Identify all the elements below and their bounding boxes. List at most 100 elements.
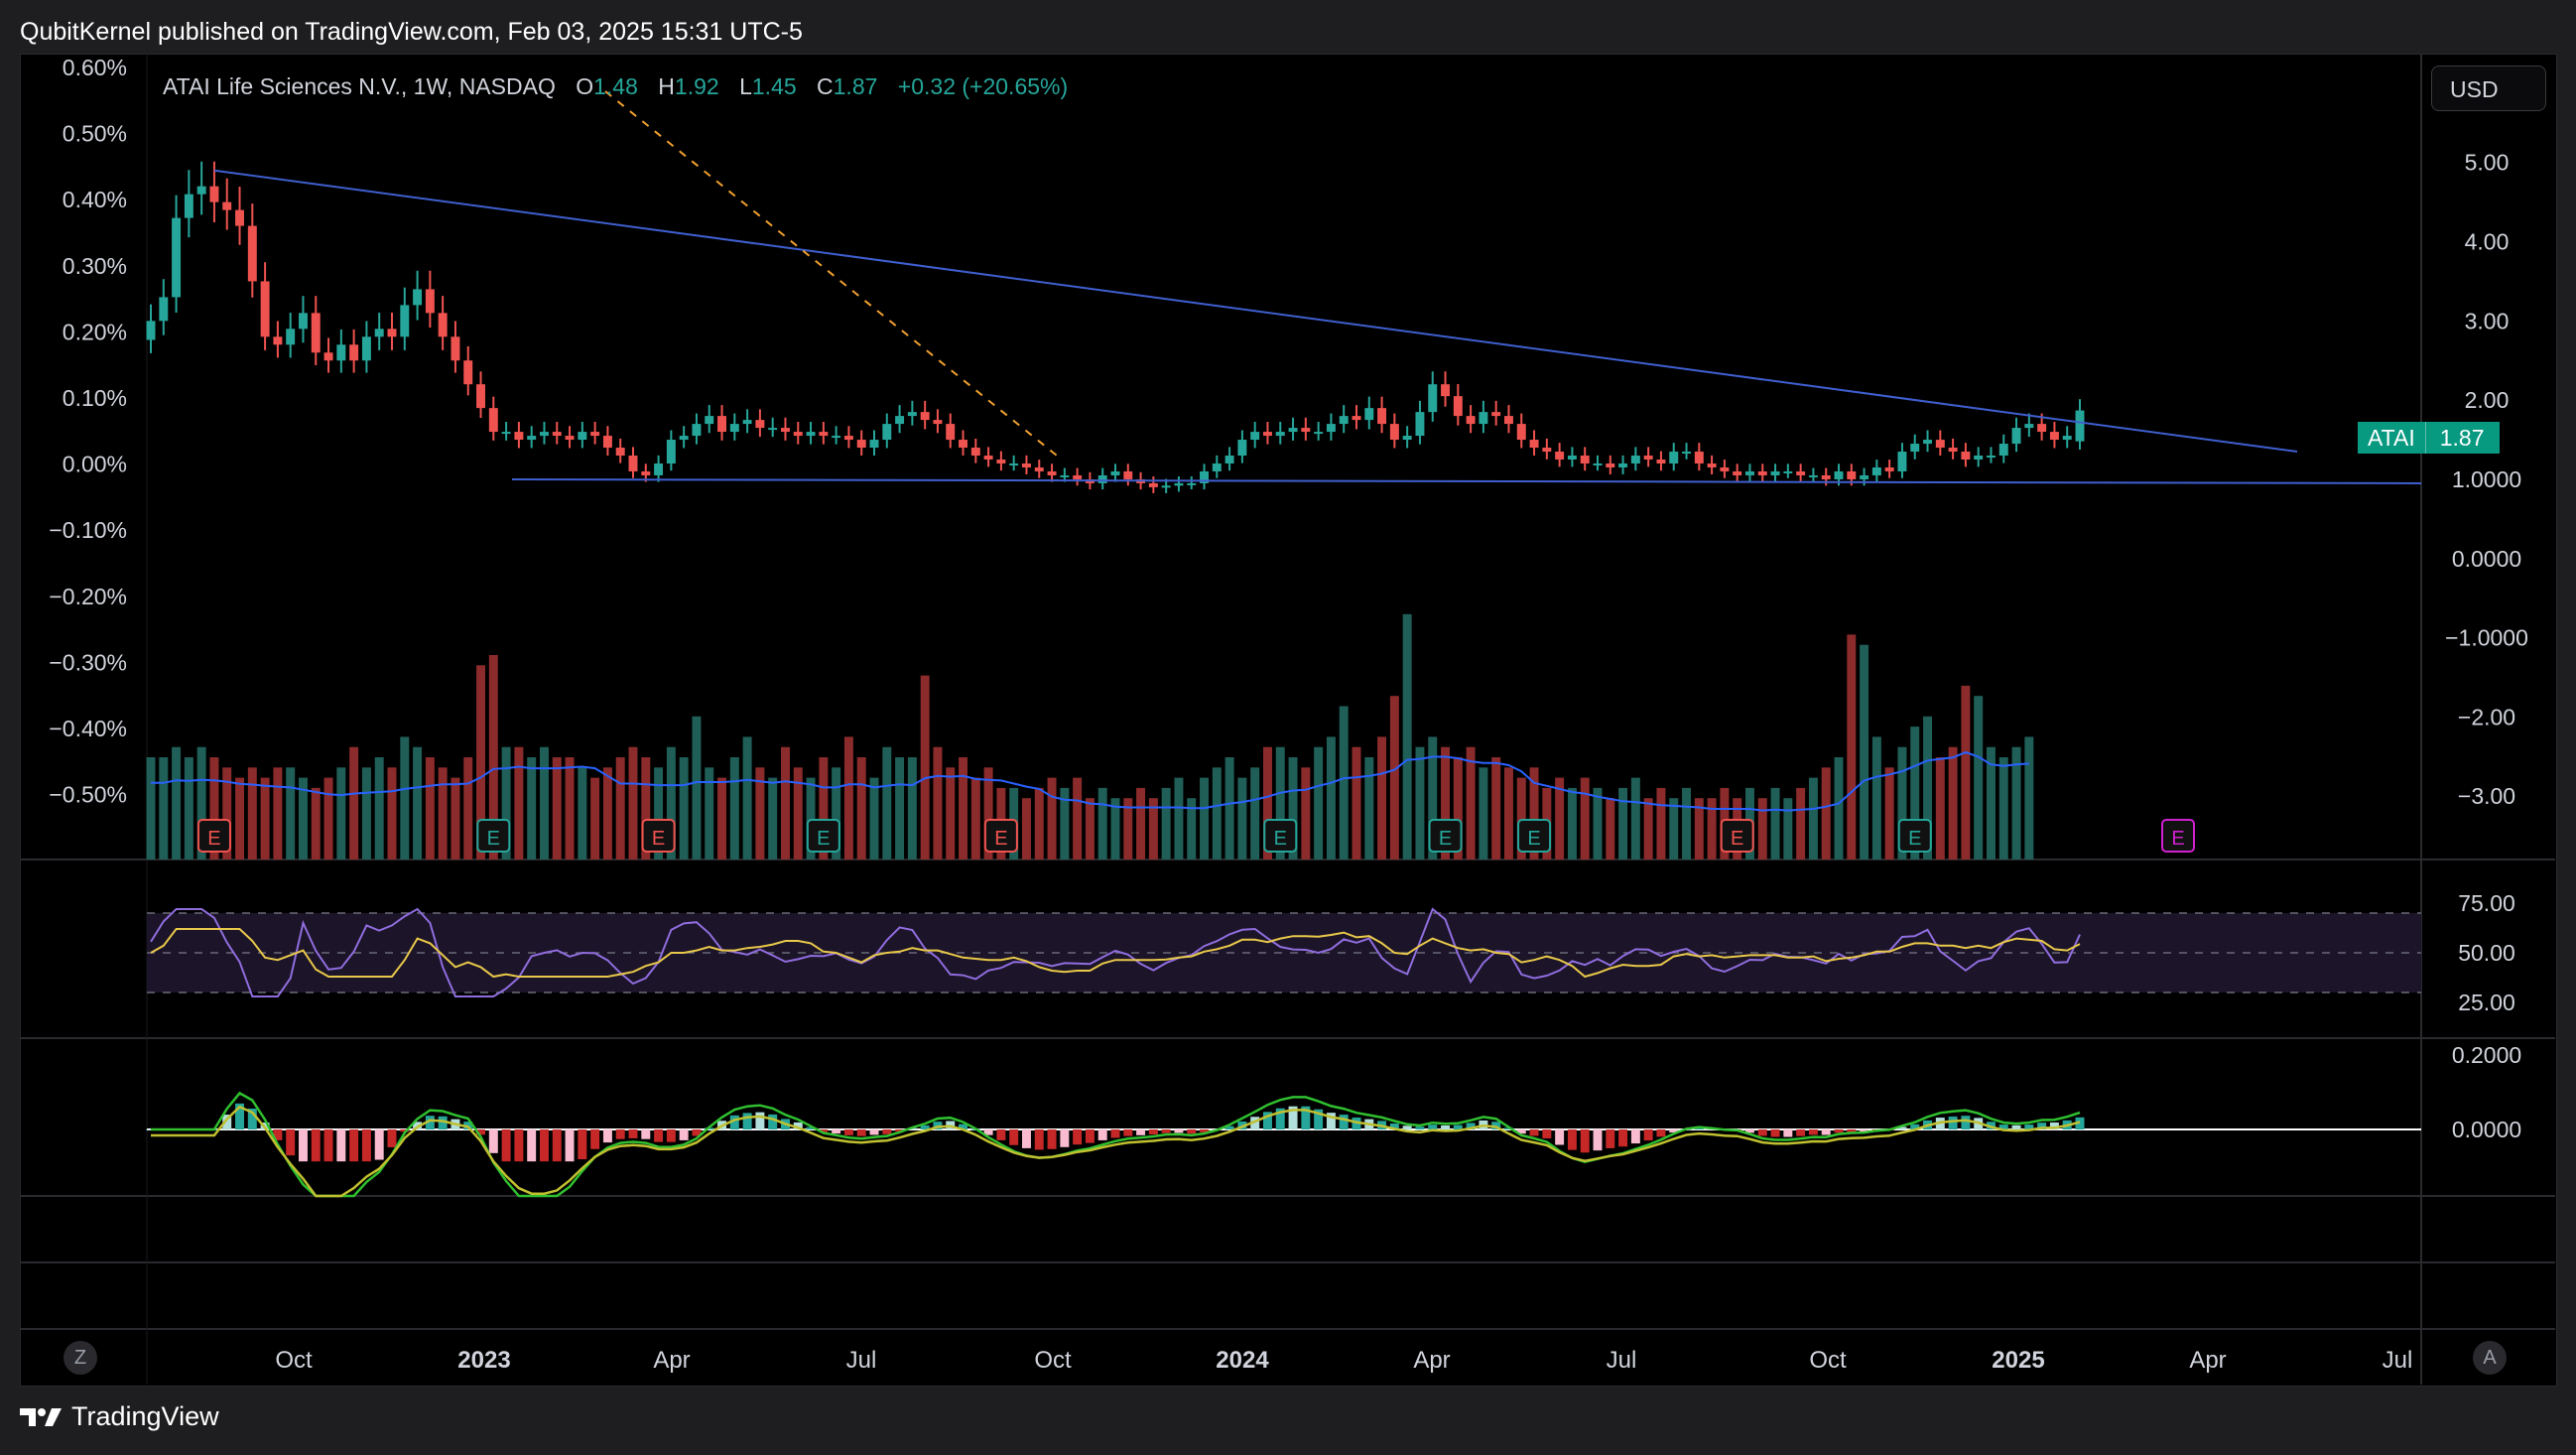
candle-body: [654, 463, 664, 475]
candle-body: [552, 432, 562, 437]
candle-body: [1974, 456, 1984, 460]
volume-bar: [1047, 777, 1057, 860]
earnings-marker-label: E: [994, 828, 1007, 850]
candle-body: [729, 424, 739, 433]
candle-body: [565, 436, 575, 441]
time-axis-label: Apr: [2189, 1347, 2226, 1374]
candle-body: [946, 424, 956, 441]
volume-bar: [1034, 787, 1044, 860]
candle-body: [451, 336, 460, 361]
macd-histogram-bar: [1161, 1129, 1171, 1133]
macd-histogram-bar: [1555, 1129, 1565, 1145]
candle-body: [1161, 485, 1171, 488]
macd-histogram-bar: [1948, 1116, 1958, 1129]
macd-histogram-bar: [1021, 1129, 1031, 1148]
candle-body: [1935, 440, 1945, 449]
chart-svg[interactable]: 6.005.004.003.002.001.00000.0000−1.0000−…: [0, 0, 2576, 1455]
macd-histogram-bar: [1783, 1129, 1793, 1137]
candle-body: [1415, 412, 1425, 437]
candle-body: [907, 412, 917, 417]
macd-histogram-bar: [374, 1129, 384, 1160]
candle-body: [2011, 428, 2021, 445]
candle-body: [387, 329, 397, 337]
legend-low: 1.45: [751, 73, 797, 99]
candle-body: [361, 336, 371, 361]
candle-body: [336, 344, 346, 361]
candle-body: [1783, 470, 1793, 473]
legend-high: 1.92: [674, 73, 719, 99]
candle-body: [602, 436, 612, 449]
percent-axis-label: −0.40%: [49, 716, 127, 741]
candle-body: [184, 194, 193, 218]
macd-histogram-bar: [1110, 1129, 1120, 1138]
candle-body: [1618, 463, 1628, 467]
percent-axis-label: 0.00%: [63, 452, 127, 477]
candle-body: [996, 460, 1006, 463]
volume-bar: [1389, 696, 1399, 860]
ohlc-legend: ATAI Life Sciences N.V., 1W, NASDAQ O1.4…: [163, 73, 1068, 100]
volume-bar: [1871, 736, 1881, 860]
legend-change: +0.32 (+20.65%): [897, 73, 1069, 99]
volume-bar: [1974, 696, 1984, 860]
candle-body: [1352, 416, 1361, 421]
volume-bar: [1935, 757, 1945, 860]
macd-histogram-bar: [679, 1129, 689, 1140]
candle-body: [425, 289, 435, 314]
candle-body: [1314, 432, 1324, 435]
volume-bar: [1021, 798, 1031, 860]
volume-bar: [260, 777, 270, 860]
macd-histogram-bar: [1339, 1115, 1349, 1129]
candle-body: [1733, 470, 1742, 475]
candle-body: [1821, 474, 1831, 479]
volume-bar: [717, 777, 727, 860]
volume-bar: [1085, 798, 1095, 860]
volume-bar: [1479, 767, 1488, 860]
candle-body: [400, 305, 410, 337]
volume-bar: [413, 746, 423, 860]
macd-histogram-bar: [1821, 1129, 1831, 1135]
volume-bar: [146, 757, 156, 860]
legend-open-label: O: [576, 73, 594, 99]
volume-bar: [1503, 767, 1513, 860]
candle-body: [1694, 452, 1704, 463]
volume-bar: [1200, 777, 1210, 860]
volume-bar: [273, 767, 283, 860]
legend-low-label: L: [739, 73, 752, 99]
macd-histogram-bar: [1567, 1129, 1577, 1150]
candle-body: [1656, 460, 1666, 463]
macd-histogram-bar: [742, 1113, 752, 1129]
volume-bar: [438, 767, 448, 860]
z-button[interactable]: Z: [64, 1341, 97, 1375]
footer-brand[interactable]: TradingView: [20, 1401, 219, 1432]
volume-bar: [527, 757, 537, 860]
macd-histogram-bar: [996, 1129, 1006, 1140]
tradingview-logo-icon: [20, 1407, 62, 1426]
currency-button[interactable]: USD: [2431, 66, 2546, 111]
macd-histogram-bar: [1174, 1129, 1184, 1133]
footer-brand-label: TradingView: [71, 1401, 219, 1431]
candle-body: [286, 329, 296, 345]
volume-bar: [514, 746, 524, 860]
candle-body: [1884, 466, 1894, 471]
macd-histogram-bar: [1060, 1129, 1070, 1147]
macd-histogram-bar: [1085, 1129, 1095, 1143]
candle-body: [323, 352, 333, 361]
volume-bar: [920, 675, 930, 860]
time-axis-label: Jul: [2383, 1347, 2413, 1374]
volume-bar: [1682, 787, 1692, 860]
macd-histogram-bar: [349, 1129, 359, 1162]
candle-body: [1389, 424, 1399, 441]
volume-bar: [159, 757, 169, 860]
candle-body: [146, 321, 156, 340]
auto-scale-button[interactable]: A: [2473, 1341, 2507, 1375]
macd-histogram-bar: [514, 1129, 524, 1162]
candle-body: [1744, 470, 1754, 475]
macd-histogram-bar: [641, 1129, 651, 1139]
candle-body: [222, 201, 232, 210]
candle-body: [806, 432, 816, 437]
volume-bar: [1630, 777, 1640, 860]
candle-body: [1567, 456, 1577, 460]
candle-body: [1187, 482, 1197, 485]
candle-body: [628, 456, 638, 471]
macd-histogram-bar: [311, 1129, 321, 1162]
